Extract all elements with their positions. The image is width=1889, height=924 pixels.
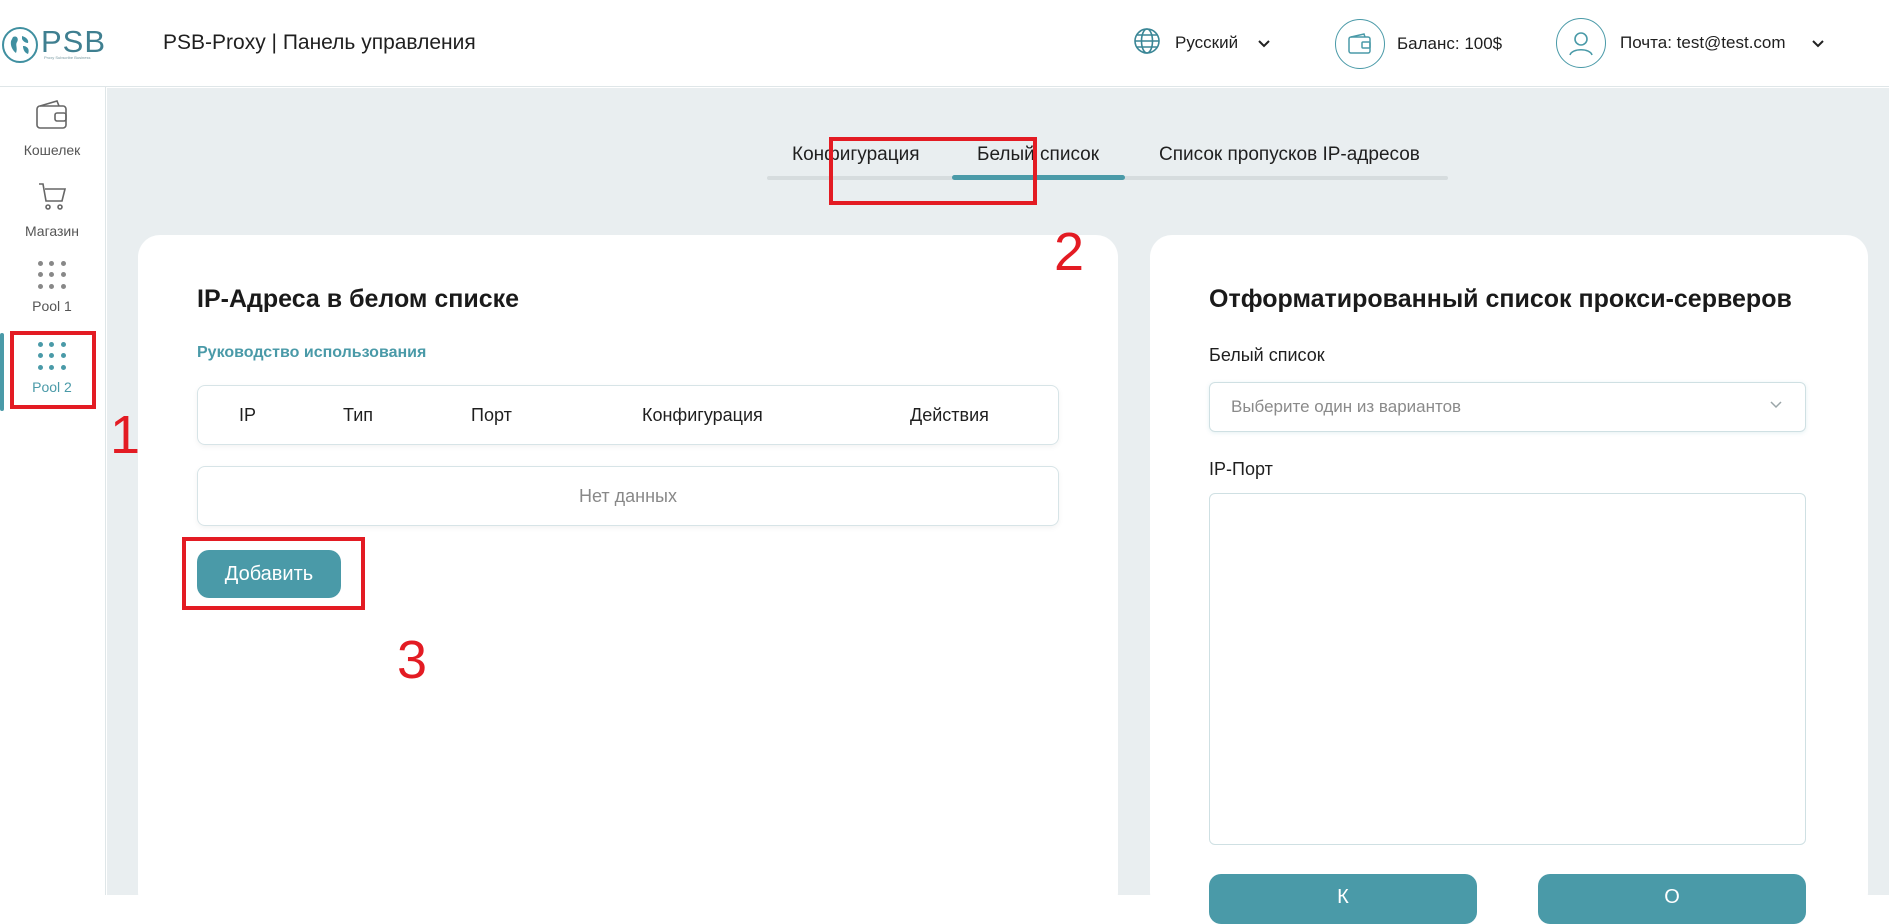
user-avatar-icon [1556, 18, 1606, 68]
sidebar-item-pool-2[interactable]: Pool 2 [0, 339, 104, 409]
sidebar-item-label: Магазин [24, 223, 79, 239]
sidebar: Кошелек Магазин Pool 1 Pool 2 [0, 87, 106, 895]
cart-icon [36, 180, 68, 217]
ip-port-textarea[interactable] [1209, 493, 1806, 845]
top-header: PSB Proxy Subscribe Business PSB-Proxy |… [0, 0, 1889, 87]
language-selector[interactable]: Русский [1133, 26, 1270, 60]
copy-button[interactable]: К [1209, 874, 1477, 924]
formatted-proxy-list-card: Отформатированный список прокси-серверов… [1150, 235, 1868, 924]
whitelist-select-placeholder: Выберите один из вариантов [1231, 397, 1462, 416]
tab-ip-skip-list[interactable]: Список пропусков IP-адресов [1159, 144, 1420, 166]
whitelist-select[interactable]: Выберите один из вариантов [1209, 382, 1806, 432]
ip-port-field-label: IP-Порт [1209, 459, 1273, 479]
psb-logo[interactable]: PSB Proxy Subscribe Business [2, 24, 106, 64]
column-header-type: Тип [343, 405, 374, 425]
sidebar-item-wallet[interactable]: Кошелек [0, 99, 104, 169]
email-label: Почта: test@test.com [1620, 33, 1786, 52]
language-label: Русский [1175, 33, 1239, 52]
balance-widget[interactable]: Баланс: 100$ [1335, 19, 1502, 69]
grid-dots-icon [35, 258, 69, 292]
sidebar-item-shop[interactable]: Магазин [0, 180, 104, 250]
app-title: PSB-Proxy | Панель управления [163, 31, 476, 54]
active-tab-indicator [952, 175, 1125, 180]
column-header-actions: Действия [910, 405, 989, 425]
whitelist-card: IP-Адреса в белом списке Руководство исп… [138, 235, 1118, 915]
tab-configuration[interactable]: Конфигурация [792, 144, 920, 166]
add-button[interactable]: Добавить [197, 550, 341, 598]
wallet-icon [35, 99, 69, 136]
annotation-number-2: 2 [1054, 222, 1085, 282]
tab-bar: Конфигурация Белый список Список пропуск… [767, 142, 1448, 180]
user-menu[interactable]: Почта: test@test.com [1556, 18, 1824, 68]
balance-label: Баланс: 100$ [1397, 34, 1503, 53]
wallet-icon [1335, 19, 1385, 69]
logo-tagline: Proxy Subscribe Business [44, 55, 91, 60]
column-header-ip: IP [239, 405, 257, 425]
secondary-action-button[interactable]: О [1538, 874, 1806, 924]
sidebar-item-pool-1[interactable]: Pool 1 [0, 258, 104, 328]
sidebar-item-label: Кошелек [23, 142, 81, 158]
sidebar-item-label: Pool 1 [32, 298, 72, 314]
main-content: Конфигурация Белый список Список пропуск… [107, 88, 1889, 924]
column-header-port: Порт [471, 405, 512, 425]
annotation-number-3: 3 [397, 630, 428, 690]
column-header-configuration: Конфигурация [642, 405, 763, 425]
proxy-list-card-title: Отформатированный список прокси-серверов [1209, 285, 1792, 313]
table-empty-state: Нет данных [197, 466, 1059, 526]
tab-whitelist[interactable]: Белый список [977, 144, 1099, 166]
globe-icon [1133, 27, 1161, 60]
annotation-number-1: 1 [110, 405, 141, 465]
whitelist-card-title: IP-Адреса в белом списке [197, 285, 520, 313]
chevron-down-icon [1258, 36, 1270, 51]
chevron-down-icon [1811, 36, 1824, 51]
whitelist-field-label: Белый список [1209, 345, 1325, 365]
globe-logo-icon [2, 27, 38, 63]
sidebar-item-label: Pool 2 [32, 379, 72, 395]
table-header: IP Тип Порт Конфигурация Действия [197, 385, 1059, 445]
grid-dots-icon [35, 339, 69, 373]
chevron-down-icon [1769, 397, 1783, 411]
usage-guide-link[interactable]: Руководство использования [197, 344, 426, 362]
